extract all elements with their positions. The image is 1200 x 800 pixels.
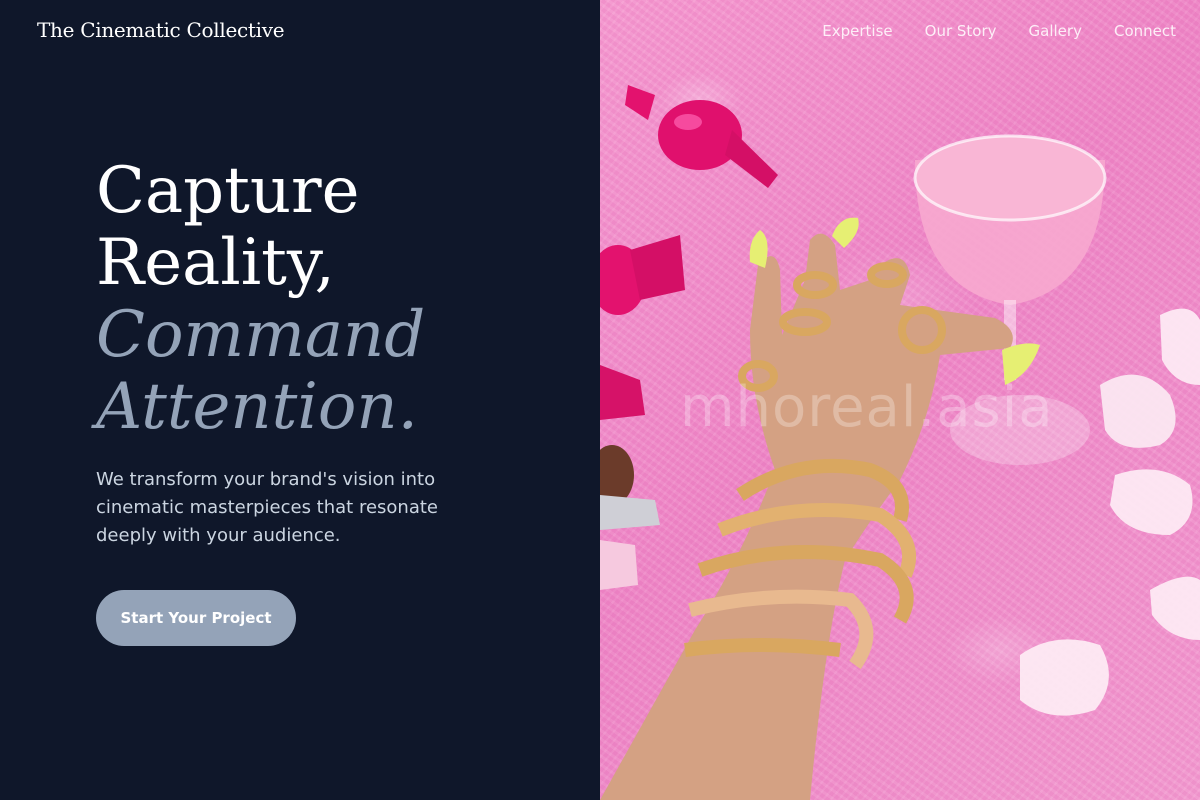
nav-item-expertise[interactable]: Expertise xyxy=(822,22,892,40)
photo-watermark: mhoreal.asia xyxy=(680,375,1054,440)
candy xyxy=(625,85,778,188)
start-project-button[interactable]: Start Your Project xyxy=(96,590,296,646)
hero-headline: Capture Reality, Command Attention. xyxy=(96,155,425,443)
petal xyxy=(1020,639,1109,716)
hero-line-1: Capture xyxy=(96,154,360,228)
hero-line-3: Command xyxy=(96,298,426,372)
main-nav: Expertise Our Story Gallery Connect xyxy=(822,22,1176,40)
petal xyxy=(1110,469,1193,535)
nav-item-connect[interactable]: Connect xyxy=(1114,22,1176,40)
brand-logo[interactable]: The Cinematic Collective xyxy=(37,18,285,42)
candy xyxy=(600,365,660,590)
hero-line-4: Attention. xyxy=(96,370,418,444)
nav-item-gallery[interactable]: Gallery xyxy=(1029,22,1082,40)
nav-item-our-story[interactable]: Our Story xyxy=(925,22,997,40)
petal xyxy=(1150,576,1200,640)
petal xyxy=(1100,374,1176,448)
hero-line-2: Reality, xyxy=(96,226,335,300)
petal xyxy=(1160,308,1200,385)
candy xyxy=(600,235,685,315)
hero-tagline: We transform your brand's vision into ci… xyxy=(96,469,438,546)
hero-image-panel: mhoreal.asia xyxy=(600,0,1200,800)
